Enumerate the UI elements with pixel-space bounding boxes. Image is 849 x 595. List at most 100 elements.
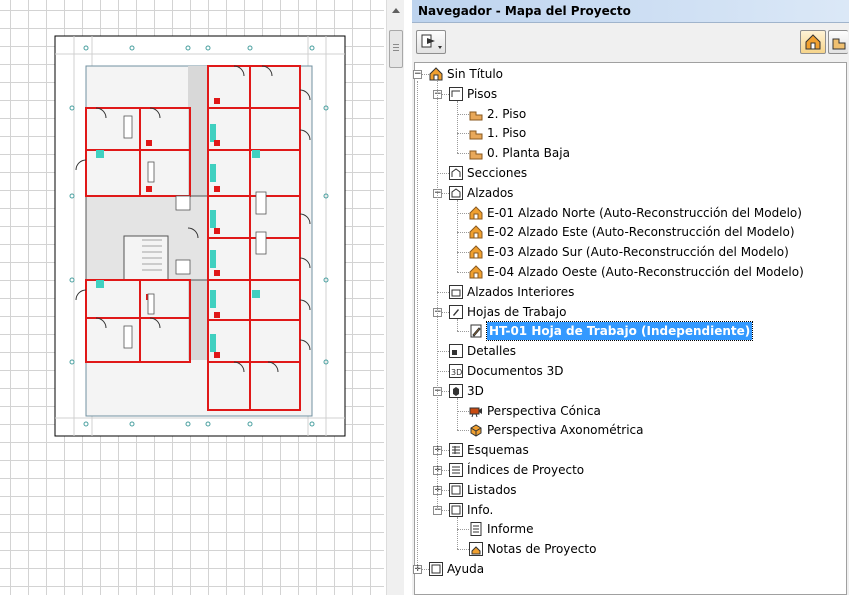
index-icon: [449, 463, 463, 477]
tree-guide-line: [457, 397, 458, 431]
tree-item-label: Notas de Proyecto: [487, 542, 597, 557]
camera-icon: [469, 404, 483, 418]
tree-item-secciones[interactable]: Secciones: [415, 164, 845, 182]
scroll-thumb[interactable]: [389, 30, 403, 68]
tree-item-label: 3D: [467, 383, 484, 398]
floor-plan-canvas[interactable]: [0, 0, 384, 595]
tree-item-label: Secciones: [467, 166, 528, 180]
story-icon: [469, 146, 483, 160]
tree-item-informe[interactable]: Informe: [415, 520, 845, 538]
house-icon: [429, 67, 443, 81]
scroll-up-arrow-icon[interactable]: [392, 8, 400, 13]
view-map-button[interactable]: [828, 30, 848, 54]
tree-item-label: Listados: [467, 482, 517, 497]
tree-guide-line: [457, 100, 458, 154]
tree-item-label: Esquemas: [467, 443, 529, 458]
tree-item-label: E-04 Alzado Oeste (Auto-Reconstrucción d…: [487, 265, 804, 279]
tree-item-e03[interactable]: E-03 Alzado Sur (Auto-Reconstrucción del…: [415, 243, 845, 261]
elevation-item-icon: [469, 205, 483, 220]
tree-item-alzados[interactable]: − Alzados: [415, 184, 845, 202]
tree-item-pisos[interactable]: − Pisos: [415, 85, 845, 103]
report-icon: [469, 522, 483, 537]
house-icon: [805, 34, 821, 50]
tree-item-perspcon[interactable]: Perspectiva Cónica: [415, 402, 845, 420]
tree-item-label: Detalles: [467, 344, 516, 359]
worksheet-icon: [449, 304, 463, 319]
info-icon: [449, 502, 463, 517]
tree-guide-line: [457, 516, 458, 550]
tree-item-label: 1. Piso: [487, 126, 527, 141]
tree-item-root[interactable]: − Sin Título: [413, 65, 845, 83]
tree-item-listados[interactable]: + Listados: [415, 481, 845, 499]
worksheet-item-icon: [469, 324, 483, 338]
tree-item-label: Sin Título: [447, 67, 504, 81]
elevation-item-icon: [469, 265, 483, 279]
tree-item-label: Perspectiva Axonométrica: [487, 423, 644, 438]
navigator-title: Navegador - Mapa del Proyecto: [412, 0, 849, 23]
story-icon: [469, 107, 483, 121]
tree-item-label: E-03 Alzado Sur (Auto-Reconstrucción del…: [487, 245, 789, 260]
tree-item-perspaxo[interactable]: Perspectiva Axonométrica: [415, 421, 845, 439]
tree-item-info[interactable]: − Info.: [415, 501, 845, 519]
tree-item-label: Ayuda: [447, 562, 485, 576]
story-icon: [469, 126, 483, 140]
tree-item-label: Documentos 3D: [467, 364, 564, 378]
vertical-scrollbar[interactable]: [386, 0, 404, 595]
tree-item-label: Info.: [467, 502, 494, 517]
tree-item-label: Pisos: [467, 86, 498, 101]
elevation-icon: [449, 185, 463, 200]
help-icon: [429, 562, 443, 576]
tree-item-e01[interactable]: E-01 Alzado Norte (Auto-Reconstrucción d…: [415, 204, 845, 222]
tree-item-label: Alzados Interiores: [467, 284, 575, 299]
stories-icon: [832, 38, 846, 50]
floor-plan-drawing: [54, 35, 346, 437]
tree-item-piso0[interactable]: 0. Planta Baja: [415, 144, 845, 162]
stories-icon: [449, 86, 463, 101]
svg-text:3D: 3D: [451, 368, 462, 377]
tree-item-label: Alzados: [467, 185, 514, 200]
tree-item-label: E-02 Alzado Este (Auto-Reconstrucción de…: [487, 225, 795, 240]
detail-icon: [449, 344, 463, 359]
project-map-menu-button[interactable]: [416, 30, 446, 54]
tree-guide-line: [437, 81, 438, 510]
tree-item-label: HT-01 Hoja de Trabajo (Independiente): [485, 321, 754, 342]
tree-guide-line: [457, 318, 458, 332]
axonometric-icon: [469, 423, 483, 437]
tree-item-e02[interactable]: E-02 Alzado Este (Auto-Reconstrucción de…: [415, 223, 845, 241]
tree-guide-line: [457, 199, 458, 272]
project-tree[interactable]: − Sin Título − Pisos 2. Piso 1. Piso 0. Planta…: [413, 62, 847, 595]
project-map-view-button[interactable]: [800, 30, 826, 54]
schedule-icon: [449, 443, 463, 458]
tree-item-label: Índices de Proyecto: [467, 463, 585, 477]
tree-item-esquemas[interactable]: + Esquemas: [415, 441, 845, 459]
tree-item-ht01[interactable]: HT-01 Hoja de Trabajo (Independiente): [415, 321, 845, 342]
tree-item-e04[interactable]: E-04 Alzado Oeste (Auto-Reconstrucción d…: [415, 263, 845, 281]
tree-item-label: Informe: [487, 522, 534, 537]
section-icon: [449, 166, 463, 180]
tree-item-indices[interactable]: + Índices de Proyecto: [415, 461, 845, 479]
tree-item-label: 2. Piso: [487, 106, 527, 121]
tree-item-label: Hojas de Trabajo: [467, 304, 567, 319]
tree-item-label: E-01 Alzado Norte (Auto-Reconstrucción d…: [487, 205, 802, 220]
tree-item-hojas[interactable]: − Hojas de Trabajo: [415, 303, 845, 321]
tree-item-ayuda[interactable]: + Ayuda: [413, 560, 845, 578]
navigator-panel: Navegador - Mapa del Proyecto − Sin Títul…: [412, 0, 849, 595]
tree-item-piso2[interactable]: 2. Piso: [415, 105, 845, 123]
arrow-menu-icon: [421, 34, 442, 49]
tree-item-notas[interactable]: Notas de Proyecto: [415, 540, 845, 558]
tree-item-piso1[interactable]: 1. Piso: [415, 124, 845, 142]
3d-icon: [449, 383, 463, 398]
tree-item-alzint[interactable]: Alzados Interiores: [415, 283, 845, 301]
elevation-item-icon: [469, 225, 483, 239]
tree-item-threed[interactable]: −3D: [415, 382, 845, 400]
tree-item-detalles[interactable]: Detalles: [415, 342, 845, 360]
tree-item-label: 0. Planta Baja: [487, 146, 570, 161]
document-3d-icon: 3D: [449, 364, 463, 378]
notes-icon: [469, 542, 483, 557]
navigator-toolbar: [412, 26, 849, 60]
interior-elevation-icon: [449, 284, 463, 299]
tree-item-doc3d[interactable]: 3D Documentos 3D: [415, 362, 845, 380]
list-icon: [449, 482, 463, 497]
collapse-toggle-icon[interactable]: −: [413, 70, 422, 79]
tree-item-label: Perspectiva Cónica: [487, 403, 601, 418]
